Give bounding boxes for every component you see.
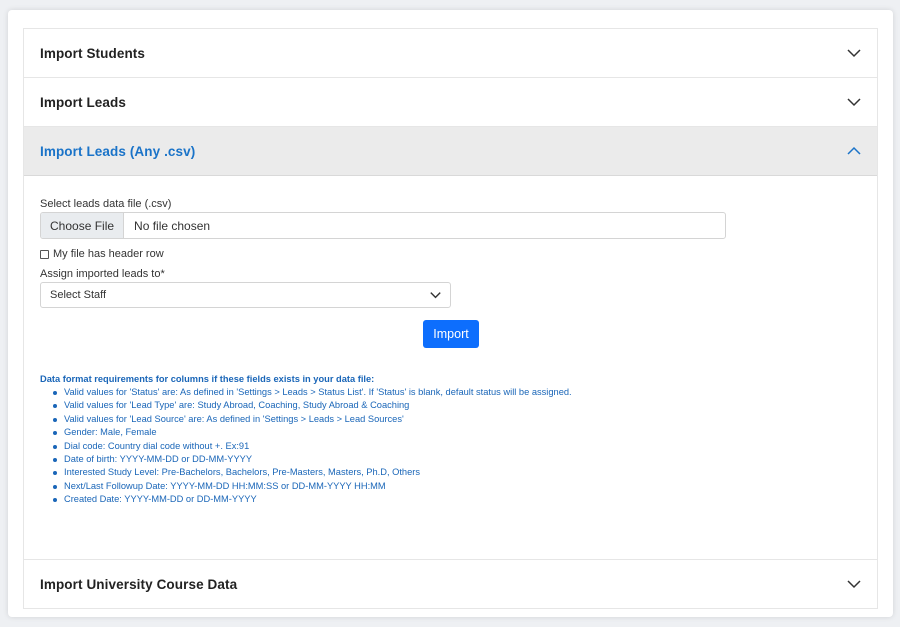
section-title: Import Leads (Any .csv) bbox=[40, 143, 196, 159]
accordion-header-import-students[interactable]: Import Students bbox=[24, 29, 877, 78]
accordion-header-import-university-course-data[interactable]: Import University Course Data bbox=[24, 560, 877, 609]
chevron-down-icon bbox=[847, 49, 861, 58]
requirements-list: Valid values for 'Status' are: As define… bbox=[40, 386, 861, 507]
assign-staff-select[interactable]: Select Staff bbox=[40, 282, 451, 308]
list-item: Gender: Male, Female bbox=[52, 426, 861, 439]
select-value: Select Staff bbox=[50, 289, 107, 301]
file-name-text: No file chosen bbox=[134, 218, 211, 233]
requirements-title: Data format requirements for columns if … bbox=[40, 374, 375, 384]
list-item: Interested Study Level: Pre-Bachelors, B… bbox=[52, 466, 861, 479]
import-accordion: Import Students Import Leads Import Lead… bbox=[23, 28, 878, 609]
format-requirements: Data format requirements for columns if … bbox=[40, 374, 861, 507]
chevron-down-icon bbox=[847, 580, 861, 589]
file-label: Select leads data file (.csv) bbox=[40, 198, 172, 210]
list-item: Valid values for 'Status' are: As define… bbox=[52, 386, 861, 399]
list-item: Valid values for 'Lead Source' are: As d… bbox=[52, 413, 861, 426]
accordion-body-import-leads-csv: Select leads data file (.csv) Choose Fil… bbox=[24, 176, 877, 560]
chevron-up-icon bbox=[847, 146, 861, 155]
list-item: Valid values for 'Lead Type' are: Study … bbox=[52, 399, 861, 412]
accordion-header-import-leads[interactable]: Import Leads bbox=[24, 78, 877, 127]
section-title: Import Students bbox=[40, 45, 145, 61]
import-button-wrap: Import bbox=[40, 320, 862, 348]
list-item: Created Date: YYYY-MM-DD or DD-MM-YYYY bbox=[52, 493, 861, 506]
section-title: Import Leads bbox=[40, 94, 126, 110]
chevron-down-icon bbox=[430, 292, 441, 299]
import-panel: Import Students Import Leads Import Lead… bbox=[8, 10, 893, 617]
chevron-down-icon bbox=[847, 98, 861, 107]
choose-file-button[interactable]: Choose File bbox=[41, 213, 125, 238]
header-row-label: My file has header row bbox=[53, 248, 164, 260]
accordion-header-import-leads-csv[interactable]: Import Leads (Any .csv) bbox=[24, 127, 877, 176]
list-item: Next/Last Followup Date: YYYY-MM-DD HH:M… bbox=[52, 480, 861, 493]
list-item: Dial code: Country dial code without +. … bbox=[52, 440, 861, 453]
assign-label: Assign imported leads to* bbox=[40, 268, 165, 280]
import-button[interactable]: Import bbox=[423, 320, 479, 348]
file-input[interactable]: Choose File No file chosen bbox=[40, 212, 726, 239]
header-row-option[interactable]: My file has header row bbox=[40, 248, 861, 260]
list-item: Date of birth: YYYY-MM-DD or DD-MM-YYYY bbox=[52, 453, 861, 466]
section-title: Import University Course Data bbox=[40, 576, 238, 592]
header-row-checkbox[interactable] bbox=[40, 249, 49, 259]
